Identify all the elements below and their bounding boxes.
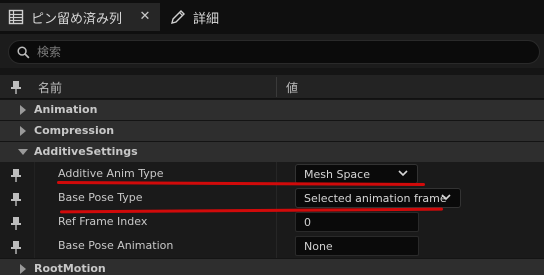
pin-icon[interactable] <box>10 216 22 230</box>
tab-pinned-columns[interactable]: ピン留め済み列 ✕ <box>0 3 160 31</box>
base-pose-type-dropdown[interactable]: Selected animation frame <box>295 188 461 208</box>
close-icon[interactable]: ✕ <box>138 10 152 24</box>
column-divider <box>276 186 277 210</box>
row-gutter <box>34 186 35 210</box>
column-divider <box>276 210 277 234</box>
category-label: AdditiveSettings <box>34 145 138 158</box>
expand-arrow-icon <box>20 105 26 115</box>
search-bar <box>0 34 544 68</box>
search-field[interactable] <box>8 40 540 64</box>
category-root-motion[interactable]: RootMotion <box>0 258 544 275</box>
property-label: Base Pose Animation <box>58 239 174 252</box>
property-label: Ref Frame Index <box>58 215 148 228</box>
category-compression[interactable]: Compression <box>0 120 544 141</box>
row-gutter <box>34 234 35 258</box>
pin-icon[interactable] <box>10 240 22 254</box>
property-row-base-pose-type: Base Pose Type Selected animation frame <box>0 186 544 210</box>
row-gutter <box>34 210 35 234</box>
base-pose-animation-picker[interactable]: None <box>295 236 419 256</box>
column-header: 名前 値 <box>0 75 544 99</box>
property-label: Additive Anim Type <box>58 167 164 180</box>
row-gutter <box>34 162 35 186</box>
pin-icon[interactable] <box>10 192 22 206</box>
tab-details[interactable]: 詳細 <box>162 3 282 31</box>
category-animation[interactable]: Animation <box>0 99 544 120</box>
additive-anim-type-dropdown[interactable]: Mesh Space <box>295 164 418 184</box>
pencil-icon <box>171 10 185 24</box>
chevron-down-icon <box>398 170 408 177</box>
dropdown-value: Selected animation frame <box>304 192 447 205</box>
column-value-header[interactable]: 値 <box>286 79 298 96</box>
ref-frame-index-input[interactable]: 0 <box>295 212 419 232</box>
grid-icon <box>8 9 24 25</box>
tab-label: ピン留め済み列 <box>31 11 123 27</box>
category-label: RootMotion <box>34 262 106 275</box>
tab-bar: ピン留め済み列 ✕ 詳細 <box>0 0 544 34</box>
pin-icon[interactable] <box>10 80 22 94</box>
category-additive-settings[interactable]: AdditiveSettings <box>0 141 544 162</box>
property-row-ref-frame-index: Ref Frame Index 0 <box>0 210 544 234</box>
property-label: Base Pose Type <box>58 191 143 204</box>
field-value: None <box>304 240 333 253</box>
pin-icon[interactable] <box>10 168 22 182</box>
tab-label: 詳細 <box>193 11 220 27</box>
column-divider <box>276 234 277 258</box>
chevron-down-icon <box>441 194 451 201</box>
category-label: Animation <box>34 103 98 116</box>
column-divider[interactable] <box>276 77 277 97</box>
search-icon <box>17 46 30 59</box>
expand-arrow-icon <box>20 264 26 274</box>
property-row-base-pose-animation: Base Pose Animation None <box>0 234 544 258</box>
category-label: Compression <box>34 124 115 137</box>
collapse-arrow-icon <box>18 149 28 155</box>
field-value: 0 <box>304 216 311 229</box>
search-input[interactable] <box>37 43 517 61</box>
dropdown-value: Mesh Space <box>304 168 370 181</box>
expand-arrow-icon <box>20 126 26 136</box>
column-name-header[interactable]: 名前 <box>38 79 62 96</box>
